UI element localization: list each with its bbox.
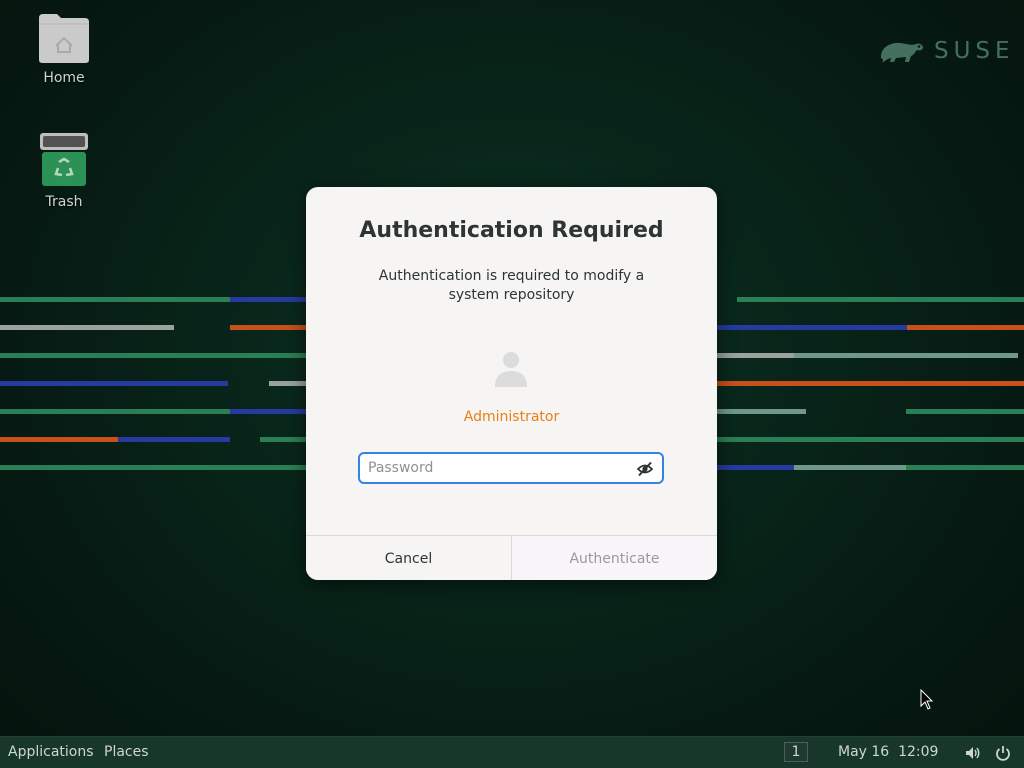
applications-menu[interactable]: Applications xyxy=(8,744,94,760)
authenticate-button[interactable]: Authenticate xyxy=(512,536,717,580)
cancel-button[interactable]: Cancel xyxy=(306,536,512,580)
password-input[interactable] xyxy=(368,457,628,479)
mouse-pointer-icon xyxy=(920,689,934,710)
power-icon[interactable] xyxy=(995,745,1011,761)
volume-icon[interactable] xyxy=(965,745,981,761)
dialog-button-row: Cancel Authenticate xyxy=(306,535,717,580)
user-name: Administrator xyxy=(463,409,560,425)
user-avatar-icon xyxy=(495,352,527,387)
auth-dialog: Authentication Required Authentication i… xyxy=(306,187,717,580)
places-menu[interactable]: Places xyxy=(104,744,149,760)
workspace-switcher[interactable]: 1 xyxy=(784,742,808,762)
eye-hidden-icon[interactable] xyxy=(637,461,653,477)
dialog-message: Authentication is required to modify a s… xyxy=(378,268,645,303)
clock[interactable]: May 16 12:09 xyxy=(838,744,938,760)
password-field[interactable] xyxy=(358,452,664,484)
bottom-panel: Applications Places 1 May 16 12:09 xyxy=(0,736,1024,768)
dialog-title: Authentication Required xyxy=(359,218,664,243)
